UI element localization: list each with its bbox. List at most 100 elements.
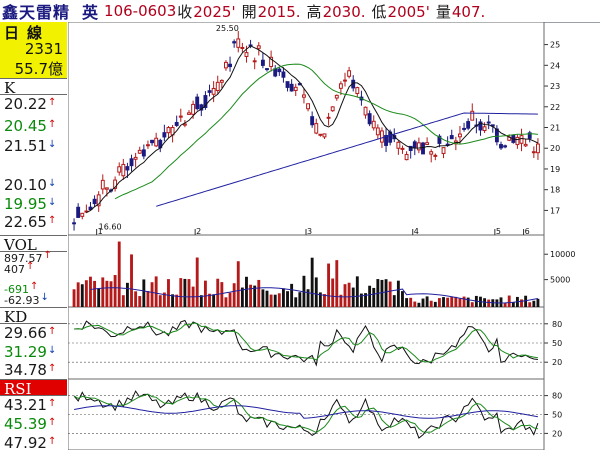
candle-body (166, 127, 171, 134)
close-label: 收 (177, 2, 193, 21)
k-value-4: 20.10↓ (4, 177, 56, 196)
volume-bar (117, 241, 121, 307)
month-label: 2 (196, 227, 201, 236)
info-value-2: 55.7億 (14, 60, 63, 78)
month-label: 4 (414, 227, 419, 236)
high-label: 高 (306, 2, 322, 21)
period-info-box[interactable]: 日線 2331 55.7億 (0, 22, 67, 79)
k-value-3: 21.51↓ (4, 138, 56, 157)
rsi-axis-label: 80 (552, 392, 562, 401)
candle-body (343, 79, 347, 82)
volume-bar (273, 294, 277, 307)
value-text: 21.51 (4, 137, 47, 155)
candle-body (219, 79, 224, 83)
high-value: 2030. (322, 2, 366, 21)
candle-body (182, 123, 187, 126)
info-value-1: 2331 (24, 40, 63, 58)
k-section-label[interactable]: K (0, 78, 67, 97)
volume-bar (89, 276, 92, 307)
k-axis-label: 21 (550, 124, 560, 133)
price-indicator-chart[interactable]: 25242322212019181725.5016.601 2 3 4 5 6100005… (68, 22, 600, 450)
candle-body (141, 149, 146, 157)
volume-bar (392, 295, 396, 307)
value-text: 43.21 (4, 396, 47, 414)
candle-body (289, 83, 294, 92)
candle-body (536, 143, 540, 154)
volume-bar (437, 298, 441, 307)
candle-body (121, 163, 126, 177)
rsi-section-label[interactable]: RSI (0, 379, 67, 398)
candle-body (515, 136, 520, 146)
volume-bar (220, 282, 224, 307)
rsi-value-2: 45.39↑ (4, 416, 56, 435)
vol-section-label[interactable]: VOL (0, 235, 67, 254)
candle-body (191, 103, 196, 115)
candle-body (146, 144, 150, 147)
k-axis-label: 19 (550, 165, 560, 174)
candle-body (150, 139, 154, 144)
volume-bar (314, 277, 318, 307)
vol-value-2: 407↑ (4, 261, 35, 277)
candle-body (92, 198, 97, 205)
k-axis-label: 24 (550, 61, 560, 70)
chart-area[interactable]: 25 24 23 22 21 20 19 18 17 25.50 16.60 1 2 3 4 5 6 10000 5… (68, 22, 600, 450)
candle-body (347, 70, 352, 77)
k-axis-label: 23 (550, 82, 560, 91)
volume-bar (130, 254, 133, 307)
candle-body (129, 158, 134, 167)
volume-bar (331, 278, 335, 307)
volume-bar (134, 291, 138, 307)
volume-bar (368, 285, 372, 307)
candle-body (314, 123, 319, 134)
candle-body (195, 96, 200, 110)
arrow-down-icon: ↓ (47, 197, 57, 208)
candle-body (482, 126, 487, 132)
volume-bar (212, 294, 216, 307)
kd-value-1: 29.66↑ (4, 325, 56, 344)
volume-bar (310, 257, 314, 307)
kd-axis-label: 20 (552, 358, 562, 367)
volume-bar (232, 283, 236, 307)
volume-bar (290, 283, 294, 307)
candle-body (256, 45, 261, 49)
volume-bar (125, 282, 129, 307)
volume-bar (109, 281, 113, 307)
arrow-up-icon: ↑ (29, 281, 39, 292)
rsi-value-3: 47.92↑ (4, 435, 56, 454)
volume-bar (93, 280, 97, 307)
volume-bar (167, 279, 170, 307)
arrow-up-icon: ↑ (47, 398, 57, 409)
arrow-up-icon: ↑ (47, 215, 57, 226)
volume-bar (97, 288, 101, 307)
candle-body (310, 116, 315, 126)
volume-bar (429, 300, 433, 307)
volume-bar (216, 278, 220, 307)
volume-bar (269, 294, 273, 307)
volume-bar (372, 287, 376, 307)
volume-bar (265, 290, 269, 307)
arrow-up-icon: ↑ (26, 261, 35, 272)
volume-bar (528, 302, 532, 307)
candle-body (224, 61, 228, 69)
indicator-side-panel: 日線 2331 55.7億 K 20.22↑ 20.45↑ 21.51↓ 20.10↓… (0, 22, 69, 452)
volume-bar (138, 296, 142, 307)
month-label: 1 (98, 227, 103, 236)
volume-bar (442, 297, 445, 307)
candle-body (215, 81, 220, 92)
stock-name[interactable]: 鑫天雷精 (2, 0, 70, 23)
volume-bar (425, 296, 429, 307)
candle-body (281, 71, 286, 78)
kd-axis-label: 80 (552, 320, 562, 329)
candle-body (293, 86, 298, 91)
kd-section-label[interactable]: KD (0, 307, 67, 326)
volume-bar (298, 292, 302, 307)
candle-body (503, 145, 508, 148)
volume-bar (84, 280, 88, 307)
volume-bar (187, 279, 191, 307)
volume-bar (499, 297, 503, 307)
volume-bar (380, 279, 384, 307)
volume-bar (335, 260, 339, 307)
volume-bar (347, 282, 351, 307)
volume-bar (179, 278, 183, 307)
k-axis-label: 22 (550, 103, 560, 112)
